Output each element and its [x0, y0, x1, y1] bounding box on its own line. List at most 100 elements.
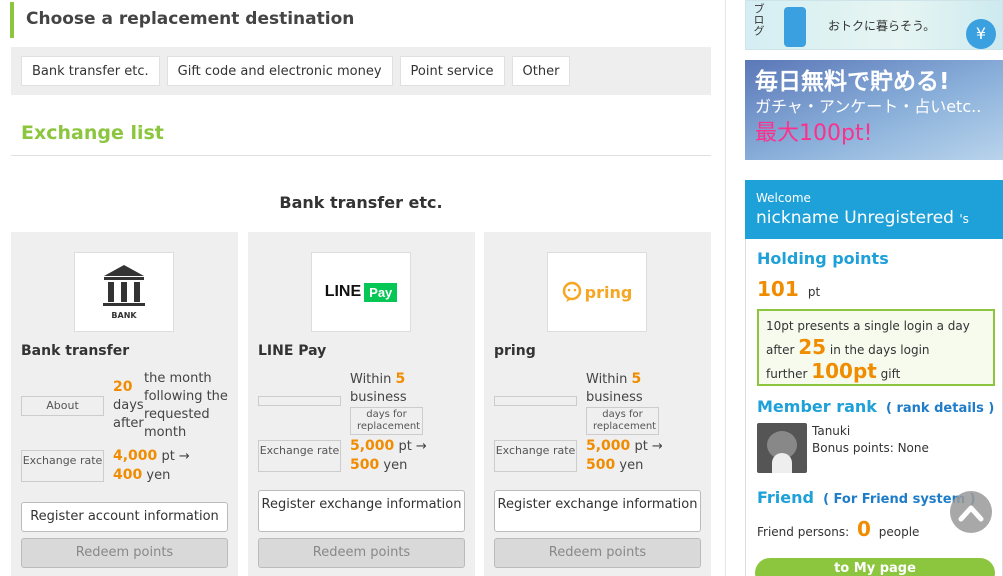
filter-bank-transfer-button[interactable]: Bank transfer etc. [21, 56, 160, 86]
pring-bubble-icon [562, 281, 581, 302]
rank-details-link[interactable]: ( rank details ) [886, 401, 994, 416]
about-days-number: 20 [113, 379, 133, 395]
rank-bonus: Bonus points: None [812, 441, 929, 455]
filter-point-service-button[interactable]: Point service [399, 56, 505, 86]
redeem-points-button[interactable]: Redeem points [258, 538, 465, 568]
nickname-suffix: 's [959, 212, 969, 226]
business-text: business [586, 390, 643, 405]
rate-points-unit: pt → [398, 439, 427, 454]
gift-in: in the days login [829, 343, 930, 357]
payout-time: Within 5 business days for replacement [350, 370, 423, 435]
rank-info: Tanuki Bonus points: None [812, 423, 929, 457]
card-name: LINE Pay [258, 343, 327, 359]
rate-points-unit: pt → [161, 449, 190, 464]
rank-name: Tanuki [812, 424, 851, 438]
holding-points-value: 101 pt [757, 277, 820, 301]
about-days: 20 days after [113, 370, 144, 433]
welcome-label: Welcome [756, 191, 811, 205]
nickname: nickname Unregistered [756, 208, 954, 228]
register-account-button[interactable]: Register account information [21, 502, 228, 532]
filter-other-button[interactable]: Other [511, 56, 571, 86]
bank-icon: BANK [103, 265, 145, 320]
rate-points-unit: pt → [634, 439, 663, 454]
section-heading: Bank transfer etc. [279, 193, 443, 212]
rate-points: 5,000 [586, 438, 631, 454]
within-text: Within [586, 372, 628, 387]
gift-further: further [766, 367, 808, 381]
register-exchange-button[interactable]: Register exchange information [494, 490, 701, 532]
banner-line-1: 毎日無料で貯める! [755, 69, 950, 95]
gift-days: 25 [798, 335, 827, 359]
destination-filter-bar: Bank transfer etc. Gift code and electro… [11, 47, 711, 95]
gift-after: after [766, 343, 795, 357]
gift-bonus: 100pt [811, 359, 877, 383]
divider [11, 155, 711, 156]
days-for-replacement: days for replacement [350, 407, 423, 435]
rate-points: 5,000 [350, 438, 395, 454]
scroll-to-top-button[interactable] [950, 491, 992, 533]
friend-title: Friend [757, 488, 814, 507]
pay-badge: Pay [364, 282, 398, 302]
exchange-rate-label: Exchange rate [21, 450, 104, 482]
earn-points-banner[interactable]: 毎日無料で貯める! ガチャ・アンケート・占いetc.. 最大100pt! [745, 60, 1003, 160]
main-content: Choose a replacement destination Bank tr… [0, 0, 726, 576]
card-name: Bank transfer [21, 343, 130, 359]
register-exchange-button[interactable]: Register exchange information [258, 490, 465, 532]
pring-logo-text: pring [584, 282, 633, 302]
rate-yen: 400 [113, 467, 143, 483]
rate-yen-unit: yen [146, 468, 171, 483]
exchange-list-heading: Exchange list [21, 122, 164, 144]
line-pay-logo: LINE Pay [311, 252, 411, 332]
chevron-up-icon [958, 505, 984, 522]
rate-yen-unit: yen [383, 458, 408, 473]
friend-label: Friend persons: [757, 525, 850, 539]
destination-heading: Choose a replacement destination [10, 2, 710, 38]
blog-banner-text: おトクに暮らそう。 [828, 19, 936, 33]
bank-logo: BANK [74, 252, 174, 332]
redeem-points-button[interactable]: Redeem points [494, 538, 701, 568]
exchange-rate-value: 5,000 pt → 500 yen [586, 437, 663, 475]
exchange-rate-value: 4,000 pt → 400 yen [113, 447, 190, 485]
friend-count: 0 [856, 517, 871, 541]
days-number: 5 [631, 371, 642, 387]
friend-unit: people [878, 525, 920, 539]
filter-gift-code-button[interactable]: Gift code and electronic money [166, 56, 393, 86]
holding-points-title: Holding points [757, 249, 889, 268]
exchange-card-pring: pring pring Within 5 business days for r… [484, 232, 711, 576]
member-rank-title: Member rank [757, 397, 877, 416]
days-for-replacement: days for replacement [586, 407, 659, 435]
gift-line-1: 10pt presents a single login a day [766, 319, 970, 333]
gift-word: gift [880, 367, 901, 381]
page: Choose a replacement destination Bank tr… [0, 0, 1003, 576]
pring-logo: pring [547, 252, 647, 332]
blog-banner-vertical-text: ブログ [752, 3, 765, 36]
rate-yen: 500 [350, 457, 380, 473]
my-page-button[interactable]: to My page [755, 558, 995, 576]
redeem-points-button[interactable]: Redeem points [21, 538, 228, 568]
banner-line-2: ガチャ・アンケート・占いetc.. [755, 97, 982, 116]
yen-coin-icon: ¥ [966, 19, 996, 49]
friend-heading: Friend ( For Friend system ) [757, 488, 976, 507]
about-days-unit: days after [113, 398, 144, 431]
banner-line-3: 最大100pt! [755, 121, 873, 146]
blog-banner[interactable]: ブログ おトクに暮らそう。 ¥ [745, 0, 1003, 50]
within-text: Within [350, 372, 392, 387]
line-logo-text: LINE [324, 283, 362, 300]
nickname-line: nickname Unregistered 's [756, 206, 992, 231]
rank-avatar [757, 423, 807, 473]
exchange-card-bank-transfer: BANK Bank transfer About 20 days after t… [11, 232, 238, 576]
rate-yen-unit: yen [619, 458, 644, 473]
member-rank-heading: Member rank ( rank details ) [757, 397, 994, 416]
business-text: business [350, 390, 407, 405]
welcome-header: Welcome nickname Unregistered 's [745, 180, 1003, 239]
bank-logo-text: BANK [111, 311, 137, 320]
sidebar: ブログ おトクに暮らそう。 ¥ 毎日無料で貯める! ガチャ・アンケート・占いet… [745, 0, 1003, 576]
about-label: About [21, 396, 104, 416]
friend-count-line: Friend persons: 0 people [757, 517, 919, 541]
exchange-card-line-pay: LINE Pay LINE Pay Within 5 business days… [248, 232, 475, 576]
exchange-rate-label: Exchange rate [494, 440, 577, 472]
about-description: the month following the requested month [144, 371, 228, 440]
exchange-rate-label: Exchange rate [258, 440, 341, 472]
about-label-empty [258, 396, 341, 406]
exchange-rate-value: 5,000 pt → 500 yen [350, 437, 427, 475]
